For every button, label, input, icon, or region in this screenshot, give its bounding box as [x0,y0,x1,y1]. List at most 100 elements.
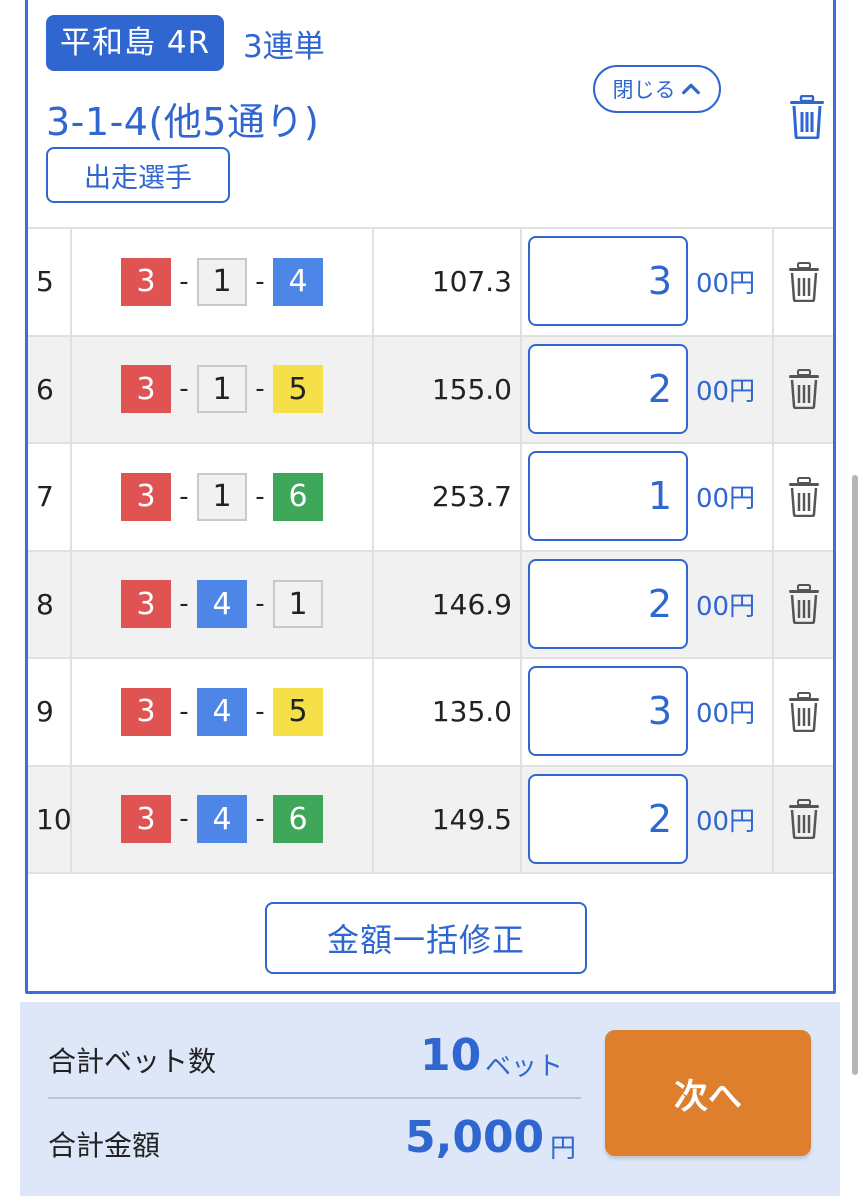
close-label: 閉じる [612,78,676,102]
scrollbar[interactable] [852,475,858,1075]
combination: 3-1-4 [72,229,374,335]
combination: 3-4-6 [72,766,374,872]
row-number: 6 [28,336,72,442]
next-button[interactable]: 次へ [605,1030,811,1156]
row-number: 5 [28,229,72,335]
boat-number: 5 [273,687,323,736]
trash-icon[interactable] [788,95,826,139]
bet-slip-page: 平和島 4R 3連単 3-1-4(他5通り) 閉じる 出走選手 5 3-1-4 10… [0,0,865,1200]
amount-input[interactable]: 2 [528,343,688,434]
amount-input[interactable]: 3 [528,666,688,756]
odds: 253.7 [374,444,522,550]
boat-number: 1 [197,257,247,306]
table-row: 10 3-4-6 149.5 2 00円 [28,766,833,874]
runners-button[interactable]: 出走選手 [46,147,230,203]
boat-number: 1 [273,580,323,629]
trash-icon[interactable] [787,691,821,732]
amount-unit: 00円 [696,376,756,407]
trash-icon[interactable] [787,584,821,625]
total-bets-label: 合計ベット数 [48,1045,217,1078]
total-amount-value: 5,000 [405,1112,545,1163]
chevron-up-icon [681,83,700,95]
row-number: 7 [28,444,72,550]
amount-input[interactable]: 1 [528,451,688,541]
combo-title: 3-1-4(他5通り) [46,100,320,144]
bet-card: 平和島 4R 3連単 3-1-4(他5通り) 閉じる 出走選手 5 3-1-4 10… [25,0,836,994]
boat-number: 3 [121,687,171,736]
boat-number: 4 [197,687,247,736]
amount-cell: 3 00円 [522,659,774,765]
trash-icon[interactable] [787,476,821,517]
delete-cell [774,444,833,550]
boat-number: 4 [197,795,247,844]
boat-number: 3 [121,580,171,629]
table-row: 6 3-1-5 155.0 2 00円 [28,336,833,444]
boat-number: 5 [273,365,323,414]
amount-cell: 2 00円 [522,766,774,872]
odds: 155.0 [374,336,522,442]
amount-cell: 2 00円 [522,551,774,657]
boat-number: 3 [121,472,171,521]
amount-input[interactable]: 2 [528,773,688,864]
boat-number: 3 [121,365,171,414]
bet-table: 5 3-1-4 107.3 3 00円 6 3-1-5 155.0 2 00円 7 3-1-6 253.… [28,227,833,874]
boat-number: 6 [273,472,323,521]
delete-cell [774,229,833,335]
amount-unit: 00円 [696,806,756,837]
boat-number: 4 [197,580,247,629]
combo-dash: - [255,481,265,512]
venue-badge: 平和島 4R [46,15,225,71]
combo-dash: - [255,696,265,727]
odds: 107.3 [374,229,522,335]
combination: 3-1-5 [72,336,374,442]
bet-type-label: 3連単 [243,29,325,65]
table-row: 8 3-4-1 146.9 2 00円 [28,551,833,659]
amount-input[interactable]: 3 [528,236,688,326]
divider [48,1097,581,1099]
combo-dash: - [179,481,189,512]
bulk-edit-button[interactable]: 金額一括修正 [265,902,587,974]
row-number: 9 [28,659,72,765]
summary-footer: 合計ベット数 10 ベット 合計金額 5,000 円 次へ [20,1002,840,1196]
boat-number: 3 [121,257,171,306]
amount-input[interactable]: 2 [528,558,688,649]
row-number: 8 [28,551,72,657]
amount-unit: 00円 [696,484,756,515]
combo-dash: - [255,804,265,835]
amount-unit: 00円 [696,591,756,622]
trash-icon[interactable] [787,799,821,840]
trash-icon[interactable] [787,369,821,410]
boat-number: 6 [273,795,323,844]
odds: 149.5 [374,766,522,872]
total-bets-value: 10 [420,1030,482,1081]
delete-cell [774,552,833,658]
delete-cell [774,337,833,443]
table-row: 7 3-1-6 253.7 1 00円 [28,444,833,552]
combo-dash: - [255,589,265,620]
boat-number: 3 [121,795,171,844]
table-row: 5 3-1-4 107.3 3 00円 [28,229,833,337]
combo-dash: - [179,804,189,835]
delete-cell [774,659,833,765]
boat-number: 4 [273,257,323,306]
trash-icon[interactable] [787,261,821,302]
combo-dash: - [179,696,189,727]
combo-dash: - [255,266,265,297]
boat-number: 1 [197,472,247,521]
combo-dash: - [179,589,189,620]
boat-number: 1 [197,365,247,414]
combination: 3-4-1 [72,551,374,657]
amount-cell: 3 00円 [522,229,774,335]
amount-cell: 1 00円 [522,444,774,550]
amount-cell: 2 00円 [522,336,774,442]
total-bets-unit: ベット [485,1052,564,1082]
odds: 146.9 [374,551,522,657]
combination: 3-4-5 [72,659,374,765]
combo-dash: - [255,374,265,405]
odds: 135.0 [374,659,522,765]
close-button[interactable]: 閉じる [593,65,721,113]
total-amount-label: 合計金額 [48,1129,161,1162]
combination: 3-1-6 [72,444,374,550]
combo-dash: - [179,374,189,405]
row-number: 10 [28,766,72,872]
